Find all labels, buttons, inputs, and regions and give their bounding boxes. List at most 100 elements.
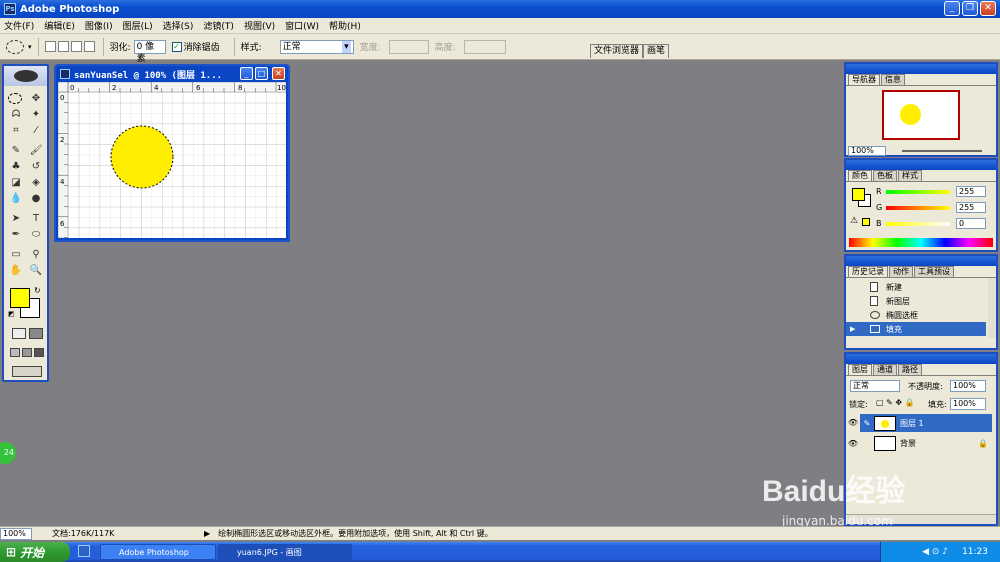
menu-edit[interactable]: 编辑(E) [44, 19, 75, 32]
tab-channels[interactable]: 通道 [873, 364, 897, 375]
start-button[interactable]: ⊞ 开始 [0, 542, 70, 562]
lasso-tool-icon[interactable]: ᗣ [8, 108, 24, 122]
feather-input[interactable]: 0 像素 [133, 39, 166, 64]
history-item[interactable]: 新建 [846, 280, 986, 294]
jump-to-imageready-icon[interactable] [12, 366, 42, 377]
healing-brush-icon[interactable]: ✎ [8, 144, 24, 158]
menu-select[interactable]: 选择(S) [163, 19, 194, 32]
elliptical-marquee-tool-icon[interactable] [8, 93, 22, 104]
g-input[interactable]: 255 [956, 202, 986, 213]
subtract-selection-icon[interactable] [70, 41, 82, 52]
tray-icons[interactable]: ◀ ⊙ ♪ [922, 547, 948, 557]
document-minimize-button[interactable]: _ [240, 67, 253, 80]
paint-bucket-icon[interactable]: ◈ [28, 176, 44, 190]
tool-preset-dropdown-icon[interactable]: ▾ [28, 43, 32, 51]
blend-mode-select[interactable]: 正常 [850, 380, 900, 392]
screen-mode-standard-icon[interactable] [10, 348, 20, 357]
screen-mode-full-menu-icon[interactable] [22, 348, 32, 357]
g-slider[interactable] [886, 206, 950, 210]
history-scrollbar[interactable] [988, 278, 996, 338]
menu-view[interactable]: 视图(V) [244, 19, 275, 32]
quick-launch-icon[interactable] [78, 545, 90, 557]
gamut-warning-icon[interactable]: ⚠ [850, 216, 858, 226]
tab-actions[interactable]: 动作 [889, 266, 913, 277]
history-item-selected[interactable]: ▶ 填充 [846, 322, 986, 336]
fill-input[interactable]: 100% [950, 398, 986, 410]
slice-tool-icon[interactable]: ⁄ [28, 124, 44, 138]
clone-stamp-icon[interactable]: ♣ [8, 160, 24, 174]
color-spectrum-ramp[interactable] [849, 238, 993, 247]
shape-tool-icon[interactable]: ⬭ [28, 228, 44, 242]
tab-swatches[interactable]: 色板 [873, 170, 897, 181]
gamut-color-swatch[interactable] [862, 218, 870, 226]
history-item[interactable]: 新图层 [846, 294, 986, 308]
menu-layer[interactable]: 图层(L) [123, 19, 153, 32]
brush-tool-icon[interactable]: 🖌 [28, 144, 44, 158]
zoom-tool-icon[interactable]: 🔍 [28, 264, 44, 278]
menu-help[interactable]: 帮助(H) [329, 19, 361, 32]
menu-filter[interactable]: 滤镜(T) [203, 19, 234, 32]
tab-info[interactable]: 信息 [881, 74, 905, 85]
status-arrow-icon[interactable]: ▶ [204, 529, 210, 538]
layer-row-selected[interactable]: 👁 ✎ 图层 1 [846, 414, 992, 432]
restore-button[interactable]: ❐ [962, 1, 978, 16]
tab-history[interactable]: 历史记录 [848, 266, 888, 277]
crop-tool-icon[interactable]: ⌗ [8, 124, 24, 138]
close-button[interactable]: ✕ [980, 1, 996, 16]
r-slider[interactable] [886, 190, 950, 194]
tab-layers[interactable]: 图层 [848, 364, 872, 375]
foreground-color-swatch[interactable] [10, 288, 30, 308]
lock-icons[interactable]: ▢ ✎ ✥ 🔒 [876, 398, 915, 407]
default-colors-icon[interactable]: ◩ [8, 310, 15, 318]
width-input[interactable] [388, 39, 429, 54]
intersect-selection-icon[interactable] [83, 41, 95, 52]
navigator-thumbnail[interactable] [882, 90, 960, 140]
document-maximize-button[interactable]: □ [255, 67, 268, 80]
eyedropper-icon[interactable]: ⚲ [28, 248, 44, 262]
menu-window[interactable]: 窗口(W) [285, 19, 319, 32]
tab-tool-presets[interactable]: 工具预设 [914, 266, 954, 277]
tab-file-browser[interactable]: 文件浏览器 [590, 44, 644, 58]
elliptical-marquee-icon[interactable] [6, 39, 24, 54]
r-input[interactable]: 255 [956, 186, 986, 197]
path-selection-icon[interactable]: ➤ [8, 212, 24, 226]
screen-mode-full-icon[interactable] [34, 348, 44, 357]
menu-file[interactable]: 文件(F) [4, 19, 34, 32]
eye-icon[interactable]: 👁 [846, 439, 860, 448]
taskbar-item-photoshop[interactable]: Adobe Photoshop [100, 544, 216, 560]
height-input[interactable] [463, 39, 506, 54]
new-selection-icon[interactable] [44, 41, 56, 52]
eraser-icon[interactable]: ◪ [8, 176, 24, 190]
style-select[interactable]: 正常 ▾ [279, 39, 354, 54]
blur-tool-icon[interactable]: 💧 [8, 192, 24, 206]
navigator-zoom-input[interactable]: 100% [848, 146, 886, 156]
quick-mask-icon[interactable] [29, 328, 43, 339]
antialias-checkbox[interactable]: ✓ [171, 41, 182, 52]
tab-navigator[interactable]: 导航器 [848, 74, 880, 85]
color-panel-foreground[interactable] [852, 188, 865, 201]
pen-tool-icon[interactable]: ✒ [8, 228, 24, 242]
dodge-tool-icon[interactable]: ● [28, 192, 44, 206]
move-tool-icon[interactable]: ✥ [28, 92, 44, 106]
type-tool-icon[interactable]: T [28, 212, 44, 226]
magic-wand-icon[interactable]: ✦ [28, 108, 44, 122]
layer-row[interactable]: 👁 背景 🔒 [846, 434, 992, 452]
tab-styles[interactable]: 样式 [898, 170, 922, 181]
hand-tool-icon[interactable]: ✋ [8, 264, 24, 278]
tab-paths[interactable]: 路径 [898, 364, 922, 375]
elliptical-selection[interactable] [110, 125, 174, 189]
notes-tool-icon[interactable]: ▭ [8, 248, 24, 262]
eye-icon[interactable]: 👁 [846, 414, 860, 432]
b-slider[interactable] [886, 222, 950, 226]
status-zoom-input[interactable]: 100% [0, 527, 32, 540]
tab-brushes[interactable]: 画笔 [643, 44, 670, 58]
minimize-button[interactable]: _ [944, 1, 960, 16]
history-brush-icon[interactable]: ↺ [28, 160, 44, 174]
add-selection-icon[interactable] [57, 41, 69, 52]
navigator-zoom-slider[interactable] [902, 150, 982, 152]
b-input[interactable]: 0 [956, 218, 986, 229]
opacity-input[interactable]: 100% [950, 380, 986, 392]
taskbar-item-paint[interactable]: yuan6.JPG - 画图 [218, 544, 352, 560]
history-item[interactable]: 椭圆选框 [846, 308, 986, 322]
document-close-button[interactable]: ✕ [272, 67, 285, 80]
